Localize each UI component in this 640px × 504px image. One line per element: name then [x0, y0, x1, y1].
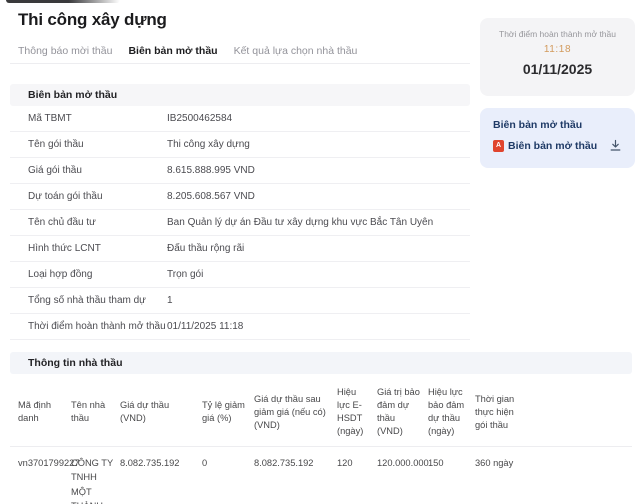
col-spacer — [532, 378, 632, 448]
detail-value: 8.615.888.995 VND — [167, 165, 255, 176]
document-file-link[interactable]: A Biên bản mở thầu — [493, 139, 622, 152]
detail-row-chu-dau-tu: Tên chủ đầu tư Ban Quản lý dự án Đầu tư … — [10, 210, 470, 236]
col-gia-du-thau: Giá dự thầu (VND) — [120, 378, 202, 448]
completion-time-value: 11:18 — [543, 44, 572, 55]
cell-gia-tri-bao-dam: 120.000.000 — [377, 446, 429, 504]
detail-value: Trọn gói — [167, 269, 204, 280]
detail-label: Thời điểm hoàn thành mở thầu — [28, 321, 166, 332]
tab-thong-bao-moi-thau[interactable]: Thông báo mời thầu — [18, 45, 112, 57]
detail-row-thoi-diem-hoan-thanh: Thời điểm hoàn thành mở thầu 01/11/2025 … — [10, 314, 470, 340]
document-file-label: Biên bản mở thầu — [508, 139, 598, 152]
tab-bar: Thông báo mời thầu Biên bản mở thầu Kết … — [18, 45, 357, 57]
sidebar: Thời điểm hoàn thành mở thầu 11:18 01/11… — [480, 18, 635, 168]
completion-date-value: 01/11/2025 — [522, 61, 593, 77]
contractor-info-section: Thông tin nhà thầu Mã định danh Tên nhà … — [10, 352, 632, 504]
detail-label: Tổng số nhà thầu tham dự — [28, 295, 146, 306]
cell-spacer — [532, 446, 632, 504]
bid-record-document-card: Biên bản mở thầu A Biên bản mở thầu — [480, 108, 635, 168]
cell-hieu-luc-ehsdt: 120 — [337, 446, 377, 504]
detail-row-hinh-thuc-lcnt: Hình thức LCNT Đấu thầu rộng rãi — [10, 236, 470, 262]
top-edge-artifact — [6, 0, 120, 3]
detail-row-loai-hop-dong: Loại hợp đồng Trọn gói — [10, 262, 470, 288]
contractor-table-row[interactable]: vn3701799227 CÔNG TY TNHH MỘT THÀNH VIÊN… — [10, 446, 632, 504]
col-thoi-gian-thuc-hien: Thời gian thực hiện gói thầu — [475, 378, 532, 448]
contractor-section-header: Thông tin nhà thầu — [10, 352, 632, 374]
cell-ty-le-giam-gia: 0 — [202, 446, 254, 504]
detail-row-so-nha-thau: Tổng số nhà thầu tham dự 1 — [10, 288, 470, 314]
col-gia-sau-giam-gia: Giá dự thầu sau giảm giá (nếu có) (VND) — [254, 378, 337, 448]
detail-label: Loại hợp đồng — [28, 269, 93, 280]
detail-value: Đấu thầu rộng rãi — [167, 243, 245, 254]
detail-row-du-toan: Dự toán gói thầu 8.205.608.567 VND — [10, 184, 470, 210]
detail-value: 8.205.608.567 VND — [167, 191, 255, 202]
contractor-table: Mã định danh Tên nhà thầu Giá dự thầu (V… — [10, 378, 632, 504]
download-icon — [610, 139, 621, 151]
cell-thoi-gian-thuc-hien: 360 ngày — [475, 446, 532, 504]
col-ty-le-giam-gia: Tỷ lệ giảm giá (%) — [202, 378, 254, 448]
completion-time-label: Thời điểm hoàn thành mở thầu — [499, 29, 616, 39]
document-card-title: Biên bản mở thầu — [493, 119, 583, 131]
tab-bien-ban-mo-thau[interactable]: Biên bản mở thầu — [128, 45, 217, 57]
pdf-file-icon: A — [493, 139, 504, 152]
cell-gia-du-thau: 8.082.735.192 — [120, 446, 202, 504]
detail-value: Thi công xây dựng — [167, 139, 250, 150]
detail-row-gia-goi-thau: Giá gói thầu 8.615.888.995 VND — [10, 158, 470, 184]
cell-gia-sau-giam-gia: 8.082.735.192 — [254, 446, 337, 504]
details-section-header: Biên bản mở thầu — [10, 84, 470, 106]
bid-opening-details-section: Biên bản mở thầu Mã TBMT IB2500462584 Tê… — [10, 84, 470, 340]
detail-label: Mã TBMT — [28, 113, 72, 124]
cell-ma-dinh-danh: vn3701799227 — [10, 446, 80, 504]
detail-label: Tên gói thầu — [28, 139, 84, 150]
col-ten-nha-thau: Tên nhà thầu — [71, 378, 120, 448]
detail-label: Giá gói thầu — [28, 165, 82, 176]
download-button[interactable] — [609, 139, 622, 152]
completion-time-card: Thời điểm hoàn thành mở thầu 11:18 01/11… — [480, 18, 635, 96]
col-hieu-luc-ehsdt: Hiệu lực E-HSDT (ngày) — [337, 378, 377, 448]
col-hieu-luc-bao-dam: Hiệu lực bảo đảm dự thầu (ngày) — [428, 378, 475, 448]
detail-value: IB2500462584 — [167, 113, 233, 124]
detail-value: 1 — [167, 295, 173, 306]
page-title: Thi công xây dựng — [18, 10, 167, 29]
table-header-row: Mã định danh Tên nhà thầu Giá dự thầu (V… — [10, 378, 632, 448]
tab-ket-qua-lua-chon[interactable]: Kết quả lựa chọn nhà thầu — [234, 45, 358, 57]
tabs-divider — [10, 63, 470, 64]
bid-record-page: Thi công xây dựng Thông báo mời thầu Biê… — [0, 0, 640, 504]
col-ma-dinh-danh: Mã định danh — [10, 378, 71, 448]
detail-row-ten-goi-thau: Tên gói thầu Thi công xây dựng — [10, 132, 470, 158]
detail-value: Ban Quản lý dự án Đầu tư xây dựng khu vự… — [167, 217, 434, 228]
detail-label: Dự toán gói thầu — [28, 191, 103, 202]
cell-hieu-luc-bao-dam: 150 — [428, 446, 475, 504]
col-gia-tri-bao-dam: Giá trị bảo đảm dự thầu (VND) — [377, 378, 428, 448]
detail-label: Hình thức LCNT — [28, 243, 101, 254]
cell-ten-nha-thau: CÔNG TY TNHH MỘT THÀNH VIÊN XÂY DỰNG BÙI… — [71, 446, 120, 504]
detail-value: 01/11/2025 11:18 — [167, 321, 244, 332]
detail-label: Tên chủ đầu tư — [28, 217, 96, 228]
detail-row-ma-tbmt: Mã TBMT IB2500462584 — [10, 106, 470, 132]
